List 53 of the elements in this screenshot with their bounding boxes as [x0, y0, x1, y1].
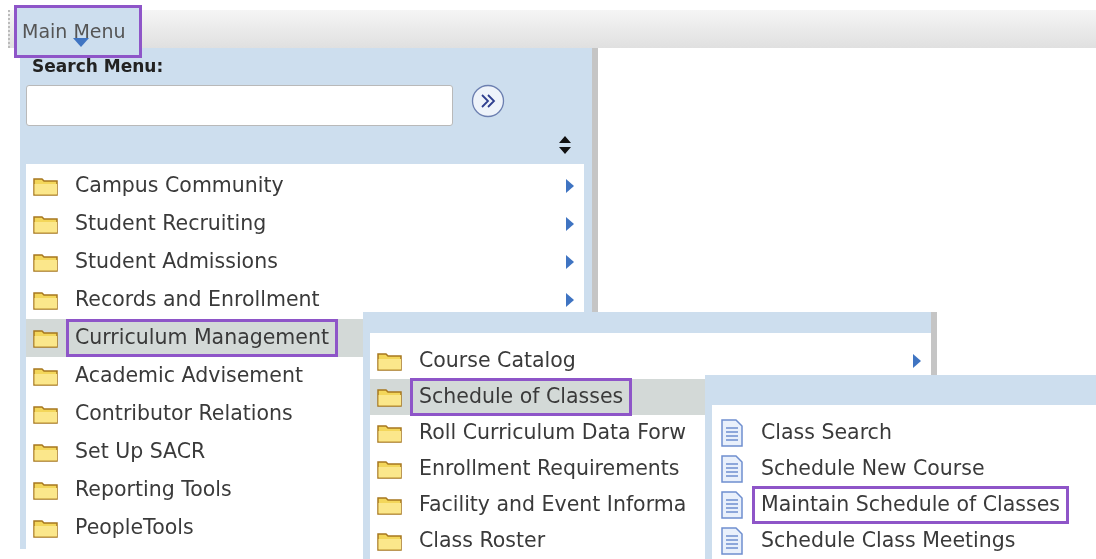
- menu-item-row[interactable]: Student Recruiting: [26, 205, 584, 244]
- search-field[interactable]: [26, 85, 453, 126]
- menu-item-label: Class Roster: [418, 527, 547, 555]
- menu-item-label: Maintain Schedule of Classes: [752, 485, 1069, 524]
- search-label: Search Menu:: [31, 56, 165, 76]
- menu-item-label: Campus Community: [74, 172, 285, 200]
- document-icon: [721, 526, 743, 555]
- menu-item-label: Academic Advisement: [74, 362, 304, 390]
- folder-icon: [33, 366, 59, 387]
- folder-icon: [33, 328, 59, 349]
- folder-icon: [33, 176, 59, 197]
- menu-item-label: Student Recruiting: [74, 210, 268, 238]
- menu-item-label: Roll Curriculum Data Forw: [418, 419, 687, 447]
- double-chevron-icon: [471, 84, 505, 118]
- menu-item-row[interactable]: Maintain Schedule of Classes: [712, 486, 1096, 523]
- menu-item-label: Contributor Relations: [74, 400, 294, 428]
- menu-item-label: PeopleTools: [74, 514, 195, 542]
- folder-icon: [33, 442, 59, 463]
- folder-icon: [33, 290, 59, 311]
- document-icon: [721, 418, 743, 447]
- menu-item-row[interactable]: Class Search: [712, 414, 1096, 451]
- menu-item-label: Schedule New Course: [760, 454, 986, 482]
- menu-item-label: Reporting Tools: [74, 476, 233, 504]
- menu-item-row[interactable]: Records and Enrollment: [26, 281, 584, 320]
- folder-icon: [33, 214, 59, 235]
- menu-item-label: Curriculum Management: [66, 319, 338, 358]
- document-icon: [721, 454, 743, 483]
- menu-item-label: Set Up SACR: [74, 438, 207, 466]
- menu-item-row[interactable]: Student Admissions: [26, 243, 584, 282]
- menu-item-label: Records and Enrollment: [74, 286, 321, 314]
- go-button[interactable]: [471, 84, 505, 118]
- menu-item-label: Class Search: [760, 418, 893, 446]
- menu-item-label: Facility and Event Informa: [418, 491, 688, 519]
- menu-item-row[interactable]: Campus Community: [26, 167, 584, 206]
- document-icon: [721, 490, 743, 519]
- folder-icon: [33, 480, 59, 501]
- menu-item-row[interactable]: Schedule New Course: [712, 450, 1096, 487]
- folder-icon: [377, 423, 403, 443]
- folder-icon: [377, 459, 403, 479]
- menu-item-label: Schedule Class Meetings: [760, 526, 1017, 554]
- folder-icon: [377, 387, 403, 407]
- folder-icon: [33, 518, 59, 539]
- menu-item-row[interactable]: Schedule Class Meetings: [712, 522, 1096, 559]
- menu-item-label: Schedule of Classes: [410, 378, 633, 416]
- folder-icon: [377, 495, 403, 515]
- folder-icon: [377, 531, 403, 551]
- folder-icon: [377, 351, 403, 371]
- main-menu-button[interactable]: Main Menu: [14, 5, 142, 58]
- menu-item-label: Student Admissions: [74, 248, 279, 276]
- folder-icon: [33, 404, 59, 425]
- menu-item-label: Enrollment Requirements: [418, 455, 681, 483]
- folder-icon: [33, 252, 59, 273]
- sort-icon[interactable]: [558, 136, 572, 155]
